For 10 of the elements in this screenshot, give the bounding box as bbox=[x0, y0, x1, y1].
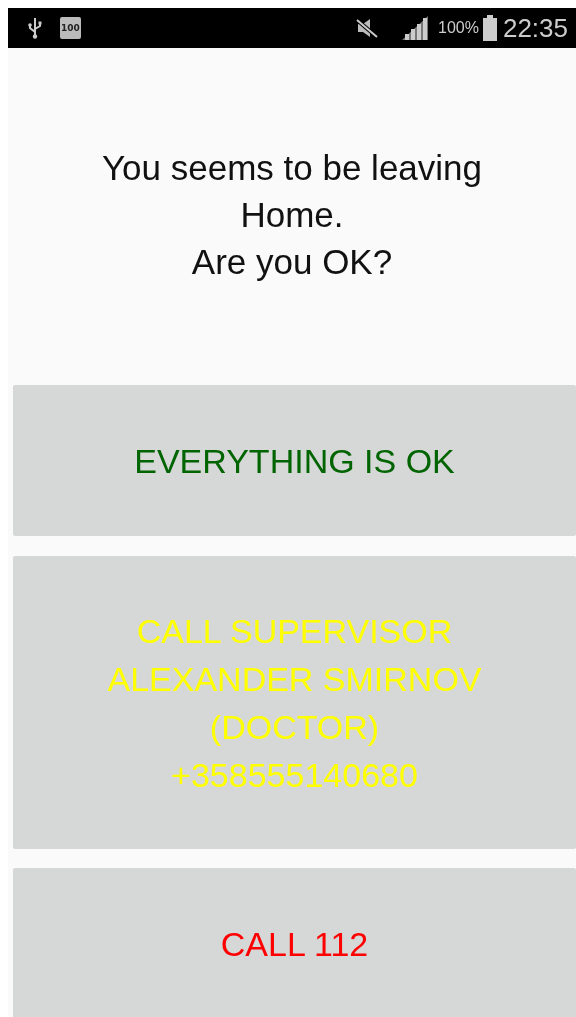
mute-icon bbox=[356, 18, 378, 38]
battery-level-badge: 100 bbox=[60, 17, 81, 39]
clock: 22:35 bbox=[502, 12, 568, 44]
action-button[interactable]: EVERYTHING IS OK bbox=[13, 385, 576, 536]
message-text: You seems to be leaving Home. Are you OK? bbox=[100, 147, 484, 283]
signal-icon bbox=[402, 16, 428, 40]
battery-icon bbox=[482, 15, 497, 41]
battery-percent: 100% bbox=[438, 19, 479, 37]
usb-icon bbox=[28, 17, 42, 39]
action-button[interactable]: CALL 112 bbox=[13, 868, 576, 1017]
